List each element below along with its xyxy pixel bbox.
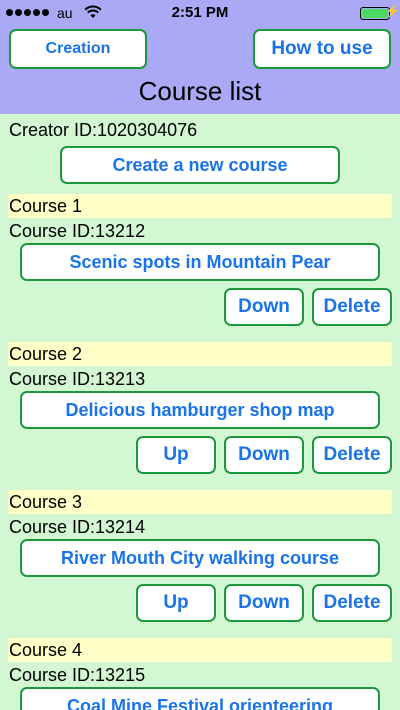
delete-button[interactable]: Delete [312, 436, 392, 474]
course-name-button[interactable]: Coal Mine Festival orienteering [20, 687, 380, 710]
course-label: Course 3 [8, 490, 392, 514]
delete-button[interactable]: Delete [312, 584, 392, 622]
course-id: Course ID:13214 [9, 517, 146, 537]
creation-button[interactable]: Creation [9, 29, 147, 69]
course-item: Course 1 Course ID:13212 Scenic spots in… [0, 194, 400, 342]
move-down-button[interactable]: Down [224, 436, 304, 474]
charging-bolt-icon: ⚡ [385, 4, 400, 18]
move-down-button[interactable]: Down [224, 584, 304, 622]
course-name-button[interactable]: River Mouth City walking course [20, 539, 380, 577]
create-new-course-button[interactable]: Create a new course [60, 146, 340, 184]
page-title: Course list [138, 76, 262, 106]
status-time: 2:51 PM [171, 4, 229, 21]
move-down-button[interactable]: Down [224, 288, 304, 326]
course-name-button[interactable]: Delicious hamburger shop map [20, 391, 380, 429]
course-label: Course 4 [8, 638, 392, 662]
course-id: Course ID:13212 [9, 221, 146, 241]
move-up-button[interactable]: Up [136, 436, 216, 474]
creator-id: Creator ID:1020304076 [9, 120, 198, 140]
course-item: Course 4 Course ID:13215 Coal Mine Festi… [0, 638, 400, 710]
how-to-use-button[interactable]: How to use [253, 29, 391, 69]
course-id: Course ID:13215 [9, 665, 146, 685]
delete-button[interactable]: Delete [312, 288, 392, 326]
course-name-button[interactable]: Scenic spots in Mountain Pear [20, 243, 380, 281]
move-up-button[interactable]: Up [136, 584, 216, 622]
course-label: Course 1 [8, 194, 392, 218]
course-item: Course 2 Course ID:13213 Delicious hambu… [0, 342, 400, 490]
course-item: Course 3 Course ID:13214 River Mouth Cit… [0, 490, 400, 638]
course-label: Course 2 [8, 342, 392, 366]
header: Creation How to use Course list [0, 26, 400, 114]
course-id: Course ID:13213 [9, 369, 146, 389]
status-bar: au 2:51 PM ⚡ [0, 0, 400, 26]
